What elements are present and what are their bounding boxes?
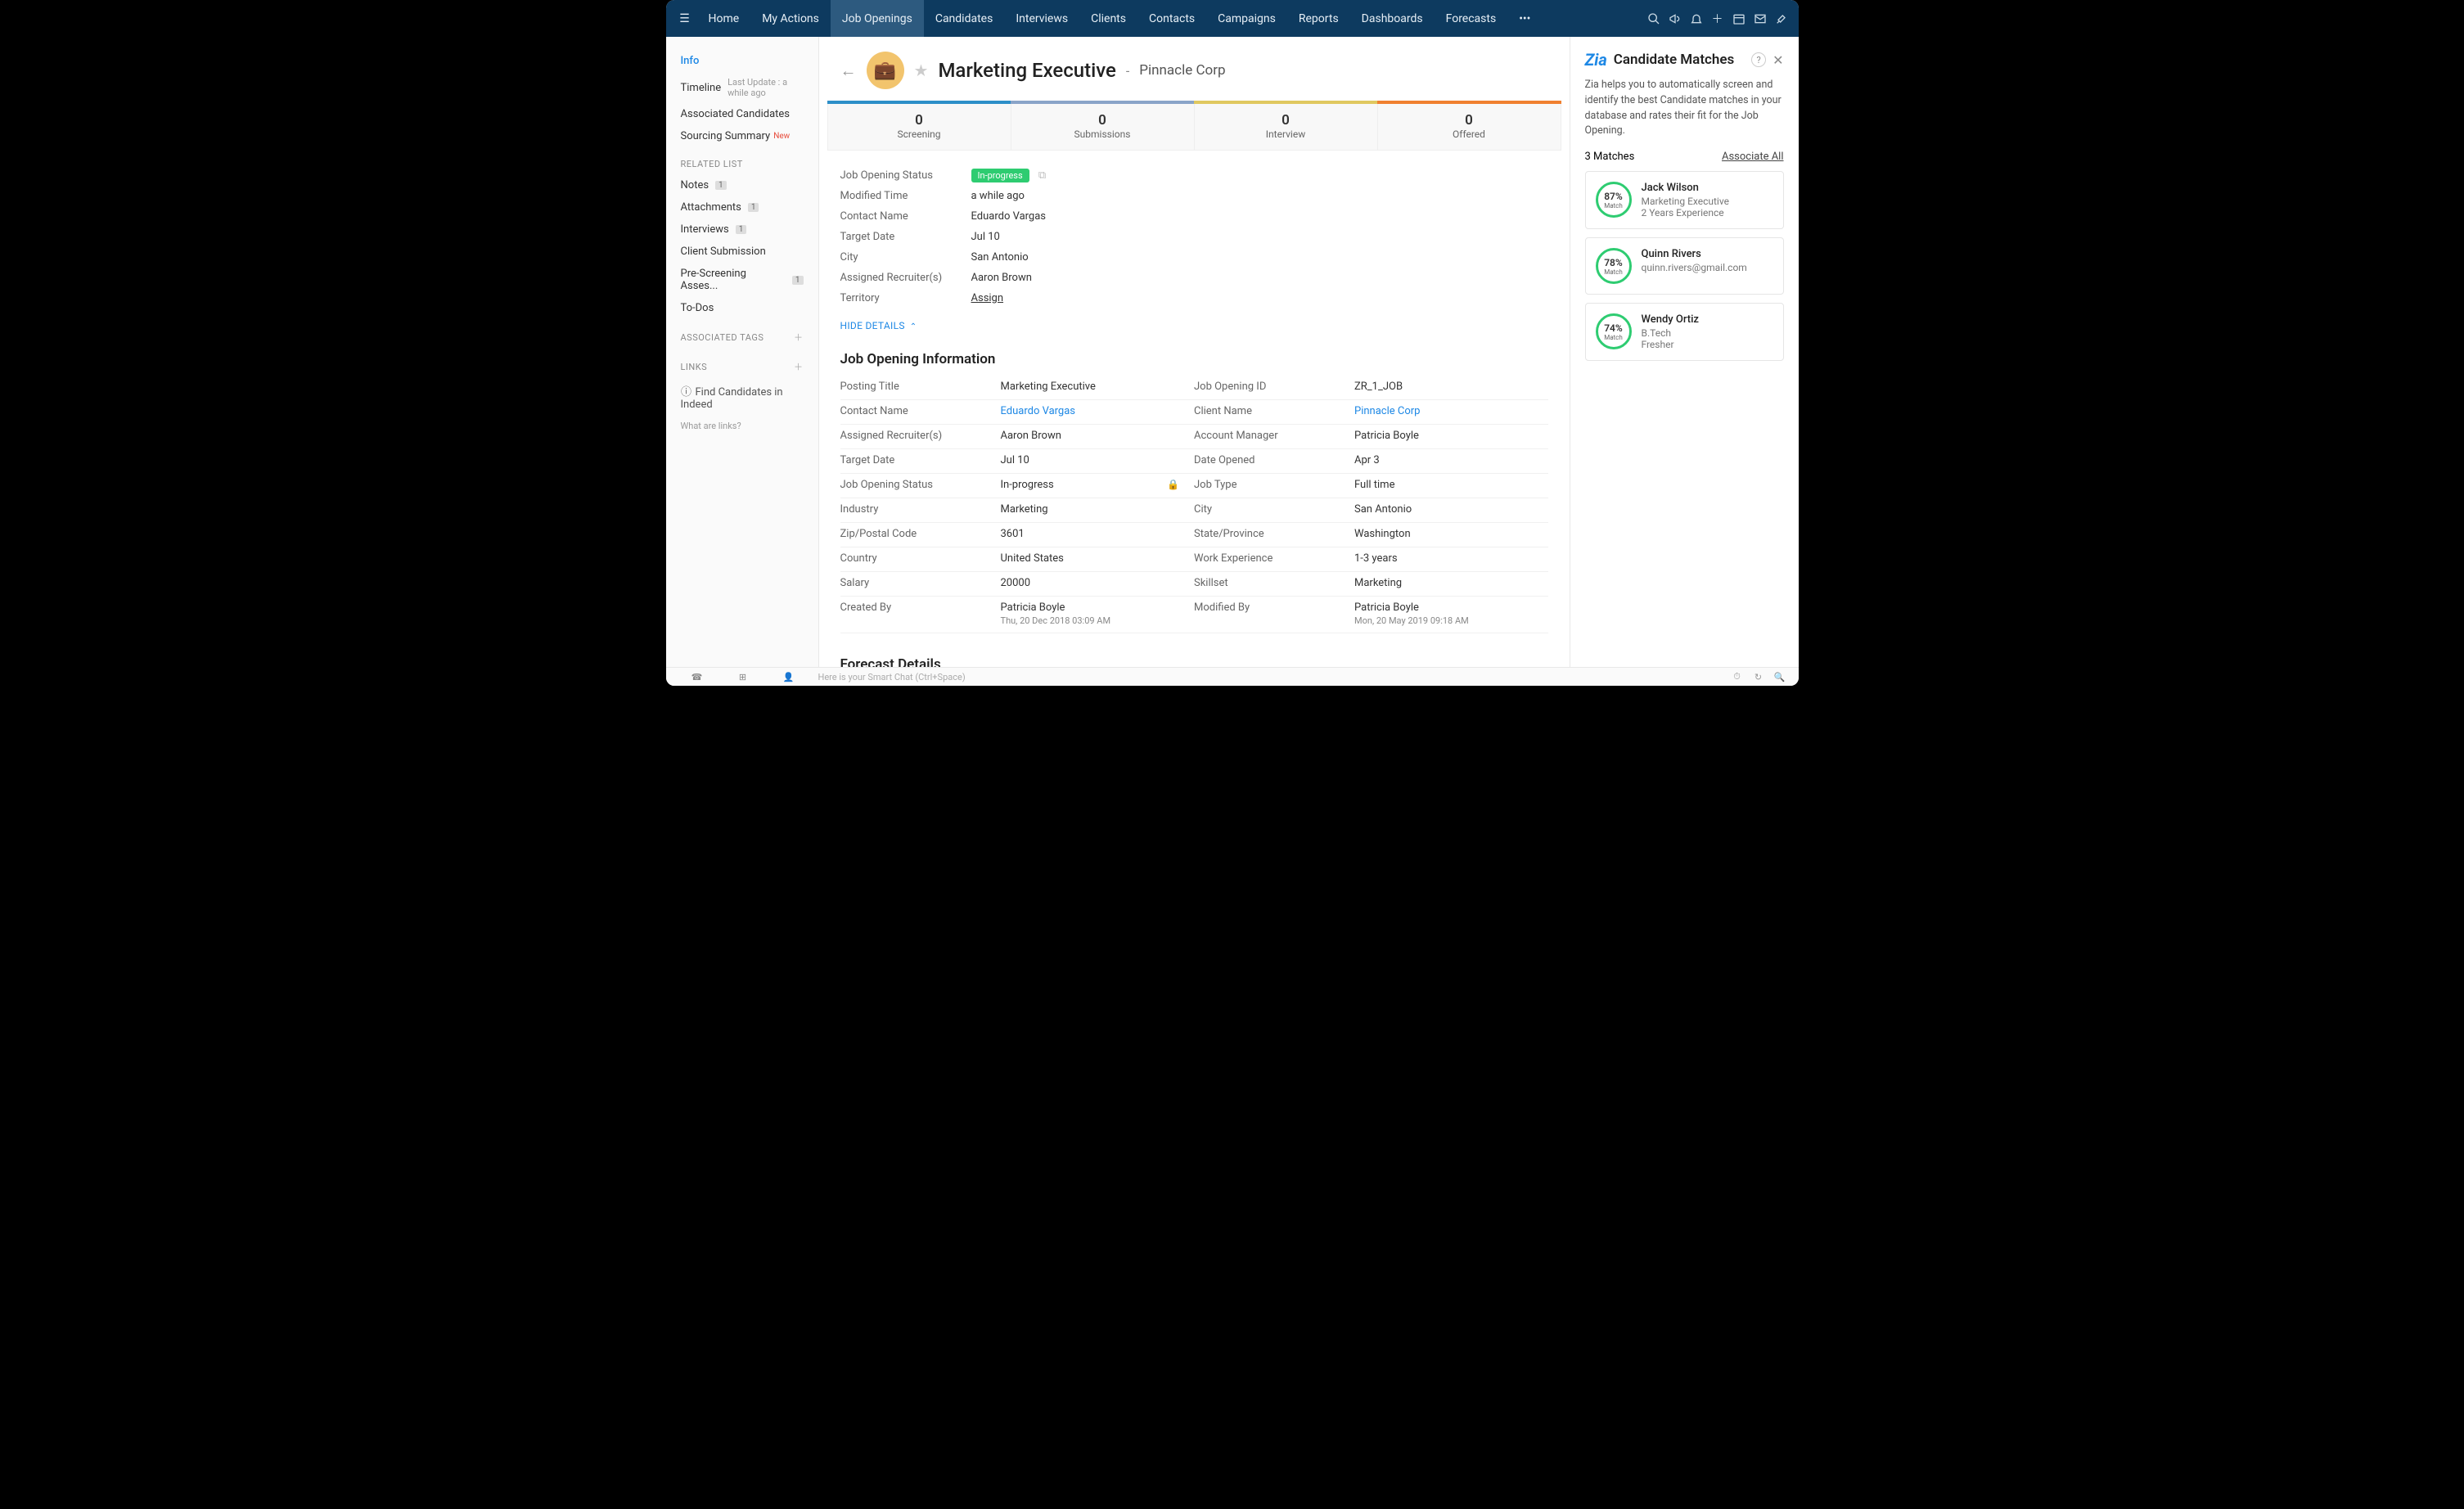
menu-icon[interactable]: ☰ — [673, 12, 697, 25]
sidebar-item-sourcing-summary[interactable]: Sourcing SummaryNew — [666, 125, 818, 147]
left-sidebar: Info TimelineLast Update : a while ago A… — [666, 37, 819, 686]
client-link[interactable]: Pinnacle Corp — [1354, 405, 1548, 417]
nav-tab-job-openings[interactable]: Job Openings — [831, 0, 924, 37]
nav-tab-clients[interactable]: Clients — [1079, 0, 1137, 37]
match-ring: 78%Match — [1596, 248, 1632, 284]
add-link-icon[interactable]: ＋ — [794, 360, 804, 373]
footer-bar: ☎ ⊞ 👤 Here is your Smart Chat (Ctrl+Spac… — [666, 667, 1799, 686]
sidebar-link-indeed[interactable]: ⓘFind Candidates in Indeed — [666, 378, 818, 416]
announce-icon[interactable] — [1664, 8, 1686, 29]
contact-link[interactable]: Eduardo Vargas — [1001, 405, 1195, 417]
pipeline-stage-screening[interactable]: 0Screening — [828, 104, 1011, 150]
tools-icon[interactable] — [1771, 8, 1792, 29]
mail-icon[interactable] — [1750, 8, 1771, 29]
sidebar-item-client-submission[interactable]: Client Submission — [666, 241, 818, 263]
pipeline-stages: 0Screening0Submissions0Interview0Offered — [827, 104, 1561, 151]
more-icon[interactable]: ••• — [1507, 12, 1542, 25]
sidebar-item-prescreening[interactable]: Pre-Screening Asses...1 — [666, 263, 818, 297]
zia-icon: Zia — [1585, 50, 1607, 70]
nav-tab-reports[interactable]: Reports — [1287, 0, 1350, 37]
sidebar-item-todos[interactable]: To-Dos — [666, 297, 818, 319]
sidebar-item-timeline[interactable]: TimelineLast Update : a while ago — [666, 72, 818, 103]
nav-tab-my-actions[interactable]: My Actions — [750, 0, 831, 37]
record-title: Marketing Executive — [938, 59, 1115, 82]
associate-all-link[interactable]: Associate All — [1722, 151, 1784, 163]
candidate-matches-panel: Zia Candidate Matches ? ✕ Zia helps you … — [1570, 37, 1799, 686]
pipeline-stage-offered[interactable]: 0Offered — [1378, 104, 1561, 150]
nav-tab-contacts[interactable]: Contacts — [1137, 0, 1206, 37]
nav-tab-candidates[interactable]: Candidates — [924, 0, 1005, 37]
copy-icon[interactable]: ⧉ — [1038, 169, 1046, 182]
sidebar-section-tags: ASSOCIATED TAGS＋ — [666, 319, 818, 349]
plus-icon[interactable]: ＋ — [1707, 8, 1728, 29]
pipeline-stage-interview[interactable]: 0Interview — [1195, 104, 1378, 150]
match-ring: 87%Match — [1596, 182, 1632, 218]
pipeline-stage-submissions[interactable]: 0Submissions — [1011, 104, 1195, 150]
candidate-card[interactable]: 87%MatchJack WilsonMarketing Executive2 … — [1585, 171, 1784, 229]
main-content: ← 💼 ★ Marketing Executive - Pinnacle Cor… — [819, 37, 1570, 686]
nav-tab-dashboards[interactable]: Dashboards — [1350, 0, 1435, 37]
search-icon[interactable] — [1643, 8, 1664, 29]
candidate-card[interactable]: 78%MatchQuinn Riversquinn.rivers@gmail.c… — [1585, 237, 1784, 295]
zoom-icon[interactable]: 🔍 — [1769, 672, 1791, 682]
summary-block: Job Opening StatusIn-progress ⧉ Modified… — [819, 151, 1570, 313]
match-count: 3 Matches — [1585, 151, 1635, 163]
back-icon[interactable]: ← — [840, 61, 857, 81]
sidebar-hint-links[interactable]: What are links? — [666, 416, 818, 436]
info-icon: ⓘ — [681, 383, 692, 399]
assign-territory-link[interactable]: Assign — [971, 292, 1004, 304]
top-nav: ☰ HomeMy ActionsJob OpeningsCandidatesIn… — [666, 0, 1799, 37]
sidebar-item-info[interactable]: Info — [666, 50, 818, 72]
add-tag-icon[interactable]: ＋ — [794, 331, 804, 344]
smart-chat-hint[interactable]: Here is your Smart Chat (Ctrl+Space) — [812, 672, 1727, 682]
record-subtitle: Pinnacle Corp — [1139, 62, 1225, 79]
footer-icon-1[interactable]: ☎ — [674, 672, 720, 682]
nav-tab-interviews[interactable]: Interviews — [1004, 0, 1079, 37]
help-icon[interactable]: ? — [1751, 52, 1766, 67]
close-icon[interactable]: ✕ — [1773, 52, 1783, 68]
history-icon[interactable]: ↻ — [1748, 672, 1769, 682]
sidebar-item-associated-candidates[interactable]: Associated Candidates — [666, 103, 818, 125]
record-header: ← 💼 ★ Marketing Executive - Pinnacle Cor… — [819, 37, 1570, 101]
panel-title: Candidate Matches — [1614, 52, 1745, 68]
nav-tab-forecasts[interactable]: Forecasts — [1435, 0, 1508, 37]
status-badge: In-progress — [971, 169, 1029, 182]
footer-icon-2[interactable]: ⊞ — [720, 672, 766, 682]
sidebar-item-notes[interactable]: Notes1 — [666, 174, 818, 196]
record-avatar: 💼 — [867, 52, 904, 89]
footer-icon-3[interactable]: 👤 — [766, 672, 812, 682]
nav-tab-home[interactable]: Home — [697, 0, 751, 37]
lock-icon: 🔒 — [1167, 479, 1179, 491]
sidebar-section-related-list: RELATED LIST — [666, 147, 818, 174]
calendar-icon[interactable] — [1728, 8, 1750, 29]
sidebar-section-links: LINKS＋ — [666, 349, 818, 378]
chevron-up-icon: ⌃ — [910, 322, 917, 331]
match-ring: 74%Match — [1596, 313, 1632, 349]
job-info-title: Job Opening Information — [819, 343, 1570, 372]
bell-icon[interactable] — [1686, 8, 1707, 29]
hide-details-toggle[interactable]: HIDE DETAILS⌃ — [819, 313, 1570, 343]
star-icon[interactable]: ★ — [914, 61, 929, 80]
clock-icon[interactable]: ⏱ — [1727, 671, 1748, 682]
sidebar-item-interviews[interactable]: Interviews1 — [666, 218, 818, 241]
sidebar-item-attachments[interactable]: Attachments1 — [666, 196, 818, 218]
nav-tab-campaigns[interactable]: Campaigns — [1206, 0, 1287, 37]
panel-description: Zia helps you to automatically screen an… — [1585, 78, 1784, 139]
candidate-card[interactable]: 74%MatchWendy OrtizB.TechFresher — [1585, 303, 1784, 361]
